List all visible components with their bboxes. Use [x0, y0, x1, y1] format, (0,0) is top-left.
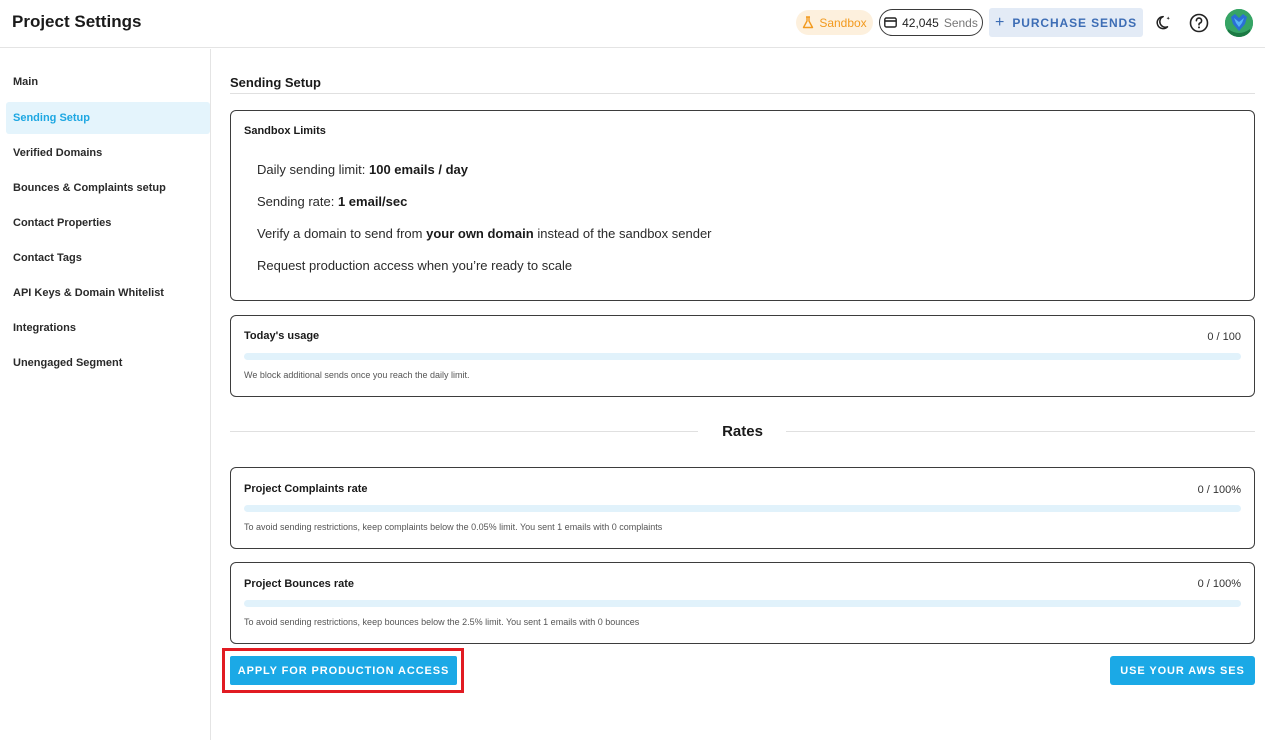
plus-icon: +: [995, 13, 1005, 31]
credit-card-icon: [884, 17, 898, 28]
daily-limit-value: 100 emails / day: [369, 162, 469, 177]
usage-card: Today's usage 0 / 100 We block additiona…: [230, 315, 1255, 397]
section-divider: [230, 93, 1255, 94]
section-title: Sending Setup: [230, 75, 321, 90]
bounces-progress-bar: [244, 600, 1241, 607]
usage-progress-bar: [244, 353, 1241, 360]
purchase-sends-button[interactable]: + PURCHASE SENDS: [989, 8, 1143, 37]
settings-sidebar: Main Sending Setup Verified Domains Boun…: [0, 49, 211, 740]
daily-limit-label: Daily sending limit:: [257, 162, 369, 177]
verify-domain-bold: your own domain: [426, 226, 534, 241]
sidebar-item-contact-tags[interactable]: Contact Tags: [6, 242, 210, 274]
sandbox-label: Sandbox: [819, 15, 867, 30]
sandbox-limits-title: Sandbox Limits: [244, 125, 326, 137]
verify-domain-line: Verify a domain to send from your own do…: [257, 226, 712, 241]
usage-title: Today's usage: [244, 330, 320, 342]
top-header: Project Settings Sandbox 42,045 Sends + …: [0, 0, 1265, 48]
verify-domain-suffix: instead of the sandbox sender: [533, 226, 712, 241]
complaints-rate-card: Project Complaints rate 0 / 100% To avoi…: [230, 467, 1255, 549]
sandbox-badge[interactable]: Sandbox: [796, 10, 873, 35]
bounces-title: Project Bounces rate: [244, 578, 355, 590]
sends-chip[interactable]: 42,045 Sends: [879, 9, 983, 36]
complaints-progress-bar: [244, 505, 1241, 512]
sidebar-item-bounces-complaints[interactable]: Bounces & Complaints setup: [6, 172, 210, 204]
rates-divider: Rates: [230, 421, 1255, 443]
use-aws-ses-button[interactable]: USE YOUR AWS SES: [1110, 656, 1255, 685]
sidebar-item-main[interactable]: Main: [6, 66, 210, 98]
sidebar-item-api-keys[interactable]: API Keys & Domain Whitelist: [6, 277, 210, 309]
sends-count: 42,045: [902, 15, 939, 30]
apply-production-access-button[interactable]: APPLY FOR PRODUCTION ACCESS: [230, 656, 457, 685]
sending-rate-label: Sending rate:: [257, 194, 338, 209]
request-access-line: Request production access when you’re re…: [257, 258, 573, 273]
sidebar-item-unengaged-segment[interactable]: Unengaged Segment: [6, 347, 210, 379]
sidebar-item-verified-domains[interactable]: Verified Domains: [6, 137, 210, 169]
sidebar-item-contact-properties[interactable]: Contact Properties: [6, 207, 210, 239]
moon-icon[interactable]: [1153, 12, 1174, 33]
purchase-sends-label: PURCHASE SENDS: [1012, 15, 1137, 30]
verify-domain-prefix: Verify a domain to send from: [257, 226, 427, 241]
sidebar-item-sending-setup[interactable]: Sending Setup: [6, 102, 210, 134]
page-title: Project Settings: [12, 12, 142, 31]
sending-rate-line: Sending rate: 1 email/sec: [257, 194, 407, 209]
bounces-note: To avoid sending restrictions, keep boun…: [244, 617, 640, 627]
usage-note: We block additional sends once you reach…: [244, 370, 470, 380]
sidebar-item-integrations[interactable]: Integrations: [6, 312, 210, 344]
avatar[interactable]: [1225, 9, 1253, 37]
sending-rate-value: 1 email/sec: [337, 194, 408, 209]
daily-limit-line: Daily sending limit: 100 emails / day: [257, 162, 468, 177]
sends-label: Sends: [943, 15, 978, 30]
sandbox-limits-card: Sandbox Limits Daily sending limit: 100 …: [230, 110, 1255, 301]
complaints-note: To avoid sending restrictions, keep comp…: [244, 522, 663, 532]
complaints-title: Project Complaints rate: [244, 483, 368, 495]
bounces-rate-card: Project Bounces rate 0 / 100% To avoid s…: [230, 562, 1255, 644]
flask-icon: [803, 16, 814, 29]
complaints-ratio: 0 / 100%: [1197, 484, 1241, 496]
help-icon[interactable]: [1188, 12, 1209, 33]
bounces-ratio: 0 / 100%: [1197, 578, 1241, 590]
usage-ratio: 0 / 100: [1207, 331, 1241, 343]
